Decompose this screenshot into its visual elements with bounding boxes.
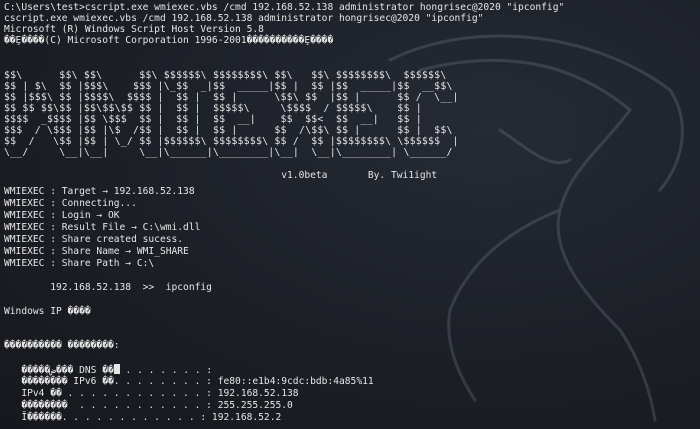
copyright-line: ��Ȩ����(C) Microsoft Corporation 1996-20… <box>4 35 334 46</box>
log-line: WMIEXEC : Share Path → C:\ <box>4 258 155 269</box>
gateway-line: Ĭ������. . . . . . . . . . . . : 192.168… <box>4 412 282 423</box>
dns-dots: . . . . . . . : <box>119 365 213 376</box>
log-line: WMIEXEC : Result File → C:\wmi.dll <box>4 222 201 233</box>
banner-line: $$ $$ $$\$$ |$$\$$\$$ $$ | $$ | $$$$$\ \… <box>4 103 422 114</box>
exec-line: 192.168.52.138 >> ipconfig <box>4 282 212 293</box>
subnet-mask-line: �������� . . . . . . . . . . . : 255.255… <box>4 400 293 411</box>
dns-label: �����ض��� DNS �� <box>4 365 114 376</box>
kali-dragon-watermark-icon <box>388 34 684 422</box>
ipv4-line: IPv4 �� . . . . . . . . . . . . : 192.16… <box>4 388 299 399</box>
banner-line: $$$ / \$$$ |$$ |\$ /$$ | $$ | $$ | $$ /\… <box>4 125 453 136</box>
windows-ip-header: Windows IP ���� <box>4 306 91 317</box>
banner-line: $$$$ _$$$$ |$$ \$$$ $$ | $$ | $$ __| $$ … <box>4 114 422 125</box>
terminal-window[interactable]: C:\Users\test>cscript.exe wmiexec.vbs /c… <box>0 0 700 429</box>
log-line: WMIEXEC : Share created sucess. <box>4 234 184 245</box>
echo-line: cscript.exe wmiexec.vbs /cmd 192.168.52.… <box>4 13 484 24</box>
banner-line: \__/ \__|\__| \__|\______|\________|\__|… <box>4 147 453 158</box>
dns-suffix-line: �����ض��� DNS �� . . . . . . . : <box>4 364 212 376</box>
adapter-header: ���������� ��������: <box>4 340 120 351</box>
banner-line: $$ / \$$ |$$ | \_/ $$ |$$$$$$\ $$$$$$$$\… <box>4 136 459 147</box>
host-version-line: Microsoft (R) Windows Script Host Versio… <box>4 24 264 35</box>
log-line: WMIEXEC : Connecting... <box>4 198 137 209</box>
banner-line: $$ | $\ $$ |$$$\ $$$ |\_$$ _|$$ _____|$$… <box>4 81 453 92</box>
log-line: WMIEXEC : Login → OK <box>4 210 120 221</box>
banner-line: $$ |$$$\ $$ |$$$$\ $$$$ | $$ | $$ | \$$\… <box>4 92 459 103</box>
log-line: WMIEXEC : Share Name → WMI_SHARE <box>4 246 189 257</box>
banner-version-line: v1.0beta By. Twi1ight <box>4 170 438 181</box>
log-line: WMIEXEC : Target → 192.168.52.138 <box>4 186 195 197</box>
prompt-line: C:\Users\test>cscript.exe wmiexec.vbs /c… <box>4 2 565 13</box>
banner-line: $$\ $$\ $$\ $$\ $$$$$$\ $$$$$$$$\ $$\ $$… <box>4 70 447 81</box>
ipv6-line: �������� IPv6 ��. . . . . . . . : fe80::… <box>4 376 374 387</box>
